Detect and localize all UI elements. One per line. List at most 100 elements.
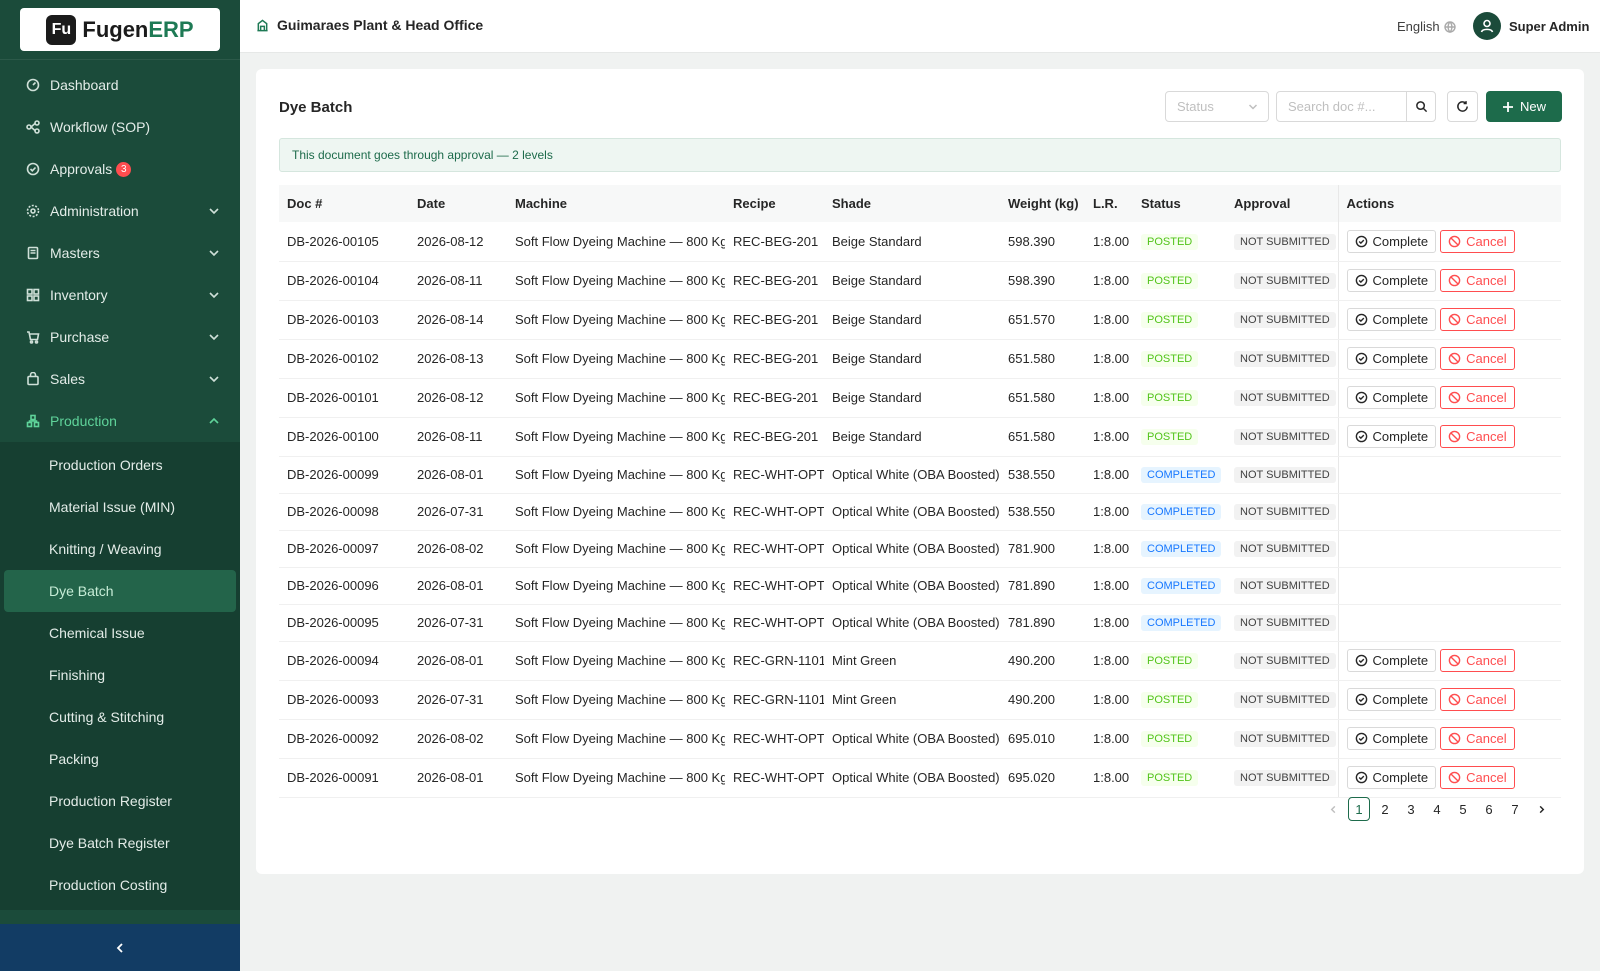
column-header[interactable]: Approval <box>1226 185 1338 222</box>
cell-doc-number[interactable]: DB-2026-00105 <box>279 222 409 262</box>
table-row[interactable]: DB-2026-00095 2026-07-31 Soft Flow Dyeing … <box>279 604 1561 642</box>
sidebar-item-masters[interactable]: Masters <box>0 232 240 274</box>
sidebar-item-dye-batch-register[interactable]: Dye Batch Register <box>0 822 240 864</box>
sidebar-item-inventory[interactable]: Inventory <box>0 274 240 316</box>
column-header[interactable]: L.R. <box>1085 185 1133 222</box>
table-row[interactable]: DB-2026-00105 2026-08-12 Soft Flow Dyeing … <box>279 222 1561 262</box>
complete-button[interactable]: Complete <box>1346 229 1437 253</box>
sidebar-item-production-register[interactable]: Production Register <box>0 780 240 822</box>
cancel-button[interactable]: Cancel <box>1440 229 1515 253</box>
complete-button[interactable]: Complete <box>1346 347 1437 370</box>
sidebar-item-knitting-weaving[interactable]: Knitting / Weaving <box>0 528 240 570</box>
table-row[interactable]: DB-2026-00093 2026-07-31 Soft Flow Dyeing … <box>279 680 1561 720</box>
sidebar-item-workflow[interactable]: Workflow (SOP) <box>0 106 240 148</box>
pagination-page[interactable]: 5 <box>1450 797 1476 821</box>
sidebar-item-approvals[interactable]: Approvals 3 <box>0 148 240 190</box>
cell-doc-number[interactable]: DB-2026-00093 <box>279 680 409 720</box>
complete-button[interactable]: Complete <box>1346 386 1437 409</box>
cell-doc-number[interactable]: DB-2026-00101 <box>279 378 409 418</box>
new-button[interactable]: New <box>1486 91 1562 122</box>
column-header[interactable]: Date <box>409 185 507 222</box>
cancel-button[interactable]: Cancel <box>1440 308 1515 331</box>
sidebar-item-administration[interactable]: Administration <box>0 190 240 232</box>
sidebar-item-material-issue[interactable]: Material Issue (MIN) <box>0 486 240 528</box>
brand-logo[interactable]: Fu FugenERP <box>20 8 220 51</box>
complete-button[interactable]: Complete <box>1346 269 1437 292</box>
cancel-button[interactable]: Cancel <box>1440 269 1515 292</box>
table-row[interactable]: DB-2026-00098 2026-07-31 Soft Flow Dyeing … <box>279 493 1561 531</box>
table-row[interactable]: DB-2026-00094 2026-08-01 Soft Flow Dyeing … <box>279 641 1561 681</box>
user-menu[interactable]: Super Admin <box>1473 12 1589 40</box>
pagination-page[interactable]: 2 <box>1372 797 1398 821</box>
pagination-next[interactable] <box>1528 797 1554 821</box>
language-selector[interactable]: English <box>1397 19 1456 34</box>
cell-doc-number[interactable]: DB-2026-00100 <box>279 417 409 457</box>
sidebar-item-chemical-issue[interactable]: Chemical Issue <box>0 612 240 654</box>
complete-button[interactable]: Complete <box>1346 425 1437 448</box>
search-input[interactable] <box>1276 91 1407 122</box>
cell-doc-number[interactable]: DB-2026-00104 <box>279 261 409 301</box>
cancel-button[interactable]: Cancel <box>1440 766 1515 789</box>
cancel-button[interactable]: Cancel <box>1440 425 1515 448</box>
pagination-prev[interactable] <box>1320 797 1346 821</box>
pagination-page[interactable]: 6 <box>1476 797 1502 821</box>
complete-button[interactable]: Complete <box>1346 766 1437 789</box>
pagination-page[interactable]: 7 <box>1502 797 1528 821</box>
sidebar-item-dashboard[interactable]: Dashboard <box>0 64 240 106</box>
column-header[interactable]: Recipe <box>725 185 824 222</box>
cell-doc-number[interactable]: DB-2026-00102 <box>279 339 409 379</box>
chevron-down-icon <box>208 246 220 258</box>
cell-doc-number[interactable]: DB-2026-00091 <box>279 758 409 798</box>
complete-button[interactable]: Complete <box>1346 308 1437 331</box>
cell-doc-number[interactable]: DB-2026-00103 <box>279 300 409 340</box>
cancel-button[interactable]: Cancel <box>1440 727 1515 750</box>
table-row[interactable]: DB-2026-00100 2026-08-11 Soft Flow Dyeing … <box>279 417 1561 457</box>
complete-button[interactable]: Complete <box>1346 649 1437 672</box>
refresh-button[interactable] <box>1447 91 1478 122</box>
cell-doc-number[interactable]: DB-2026-00097 <box>279 530 409 568</box>
complete-button[interactable]: Complete <box>1346 727 1437 750</box>
cancel-button[interactable]: Cancel <box>1440 386 1515 409</box>
sidebar-item-production-orders[interactable]: Production Orders <box>0 444 240 486</box>
table-row[interactable]: DB-2026-00104 2026-08-11 Soft Flow Dyeing … <box>279 261 1561 301</box>
column-header[interactable]: Shade <box>824 185 1000 222</box>
table-row[interactable]: DB-2026-00103 2026-08-14 Soft Flow Dyeing … <box>279 300 1561 340</box>
column-header[interactable]: Weight (kg) <box>1000 185 1085 222</box>
sidebar-item-dye-batch[interactable]: Dye Batch <box>4 570 236 612</box>
column-header[interactable]: Doc # <box>279 185 409 222</box>
sidebar-item-production[interactable]: Production <box>0 400 240 442</box>
table-row[interactable]: DB-2026-00097 2026-08-02 Soft Flow Dyeing … <box>279 530 1561 568</box>
pagination-page[interactable]: 4 <box>1424 797 1450 821</box>
table-row[interactable]: DB-2026-00091 2026-08-01 Soft Flow Dyeing … <box>279 758 1561 798</box>
status-filter-select[interactable]: Status <box>1165 91 1269 122</box>
sidebar-item-finishing[interactable]: Finishing <box>0 654 240 696</box>
cell-doc-number[interactable]: DB-2026-00095 <box>279 604 409 642</box>
table-row[interactable]: DB-2026-00092 2026-08-02 Soft Flow Dyeing … <box>279 719 1561 759</box>
sidebar-collapse-button[interactable] <box>0 924 240 971</box>
cell-doc-number[interactable]: DB-2026-00098 <box>279 493 409 531</box>
cell-doc-number[interactable]: DB-2026-00099 <box>279 456 409 494</box>
sidebar-item-packing[interactable]: Packing <box>0 738 240 780</box>
cancel-button[interactable]: Cancel <box>1440 688 1515 711</box>
column-header[interactable]: Status <box>1133 185 1226 222</box>
table-row[interactable]: DB-2026-00099 2026-08-01 Soft Flow Dyeing … <box>279 456 1561 494</box>
cell-liquor-ratio: 1:8.00 <box>1085 680 1133 720</box>
cell-doc-number[interactable]: DB-2026-00092 <box>279 719 409 759</box>
cancel-button[interactable]: Cancel <box>1440 649 1515 672</box>
column-header[interactable]: Machine <box>507 185 725 222</box>
cell-doc-number[interactable]: DB-2026-00096 <box>279 567 409 605</box>
table-row[interactable]: DB-2026-00102 2026-08-13 Soft Flow Dyeing … <box>279 339 1561 379</box>
pagination-page[interactable]: 1 <box>1348 797 1370 821</box>
sidebar-item-cutting-stitching[interactable]: Cutting & Stitching <box>0 696 240 738</box>
table-row[interactable]: DB-2026-00096 2026-08-01 Soft Flow Dyeing … <box>279 567 1561 605</box>
cancel-button[interactable]: Cancel <box>1440 347 1515 370</box>
sidebar-item-purchase[interactable]: Purchase <box>0 316 240 358</box>
org-selector[interactable]: Guimaraes Plant & Head Office <box>256 17 483 33</box>
table-row[interactable]: DB-2026-00101 2026-08-12 Soft Flow Dyeing … <box>279 378 1561 418</box>
cell-doc-number[interactable]: DB-2026-00094 <box>279 641 409 681</box>
pagination-page[interactable]: 3 <box>1398 797 1424 821</box>
complete-button[interactable]: Complete <box>1346 688 1437 711</box>
sidebar-item-sales[interactable]: Sales <box>0 358 240 400</box>
sidebar-item-production-costing[interactable]: Production Costing <box>0 864 240 906</box>
search-button[interactable] <box>1406 91 1436 122</box>
